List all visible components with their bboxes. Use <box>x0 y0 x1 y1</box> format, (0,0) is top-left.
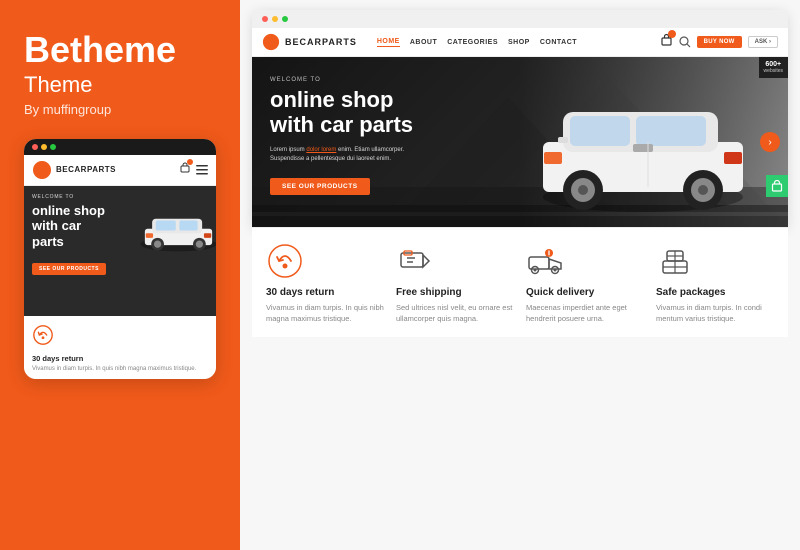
dot-yellow <box>41 144 47 150</box>
features-section: 30 days return Vivamus in diam turpis. I… <box>252 227 788 337</box>
brand-title: Betheme <box>24 30 176 70</box>
desktop-hero: WELCOME TO online shop with car parts Lo… <box>252 57 788 227</box>
return-icon-wrap <box>266 242 304 280</box>
hero-title: online shop with car parts <box>270 87 413 138</box>
desktop-car-svg <box>528 72 758 217</box>
buy-now-button[interactable]: BUY NOW <box>697 36 742 48</box>
mobile-logo-icon <box>32 160 52 180</box>
hero-title-line1: online shop <box>270 87 393 112</box>
mobile-nav: BECARPARTS <box>24 155 216 186</box>
feature-packages: Safe packages Vivamus in diam turpis. In… <box>656 242 774 325</box>
mobile-hero-car-svg <box>136 206 216 256</box>
mobile-logo-text: BECARPARTS <box>56 165 116 174</box>
hero-content: WELCOME TO online shop with car parts Lo… <box>270 77 413 195</box>
mobile-nav-icons <box>179 161 208 179</box>
desktop-cart-badge <box>668 30 676 38</box>
hero-welcome: WELCOME TO <box>270 77 413 83</box>
nav-home[interactable]: HOME <box>377 38 400 47</box>
feature-return: 30 days return Vivamus in diam turpis. I… <box>266 242 384 325</box>
dot-green <box>50 144 56 150</box>
bag-icon <box>771 180 783 192</box>
shipping-icon-wrap <box>396 242 434 280</box>
feature-shipping-title: Free shipping <box>396 287 514 298</box>
nav-contact[interactable]: CONTACT <box>540 39 577 46</box>
badge-600-sub: websites <box>764 68 783 74</box>
packages-icon-wrap <box>656 242 694 280</box>
hero-desc-line1: Lorem ipsum <box>270 147 306 153</box>
desktop-top-bar <box>252 10 788 28</box>
mobile-feature-text: Vivamus in diam turpis. In quis nibh mag… <box>32 365 208 373</box>
hero-arrow-button[interactable]: › <box>760 132 780 152</box>
nav-about[interactable]: ABOUT <box>410 39 437 46</box>
mobile-cart-icon <box>179 161 191 179</box>
hamburger-icon[interactable] <box>196 165 208 175</box>
return-icon <box>267 243 303 279</box>
desktop-logo-icon <box>262 33 280 51</box>
feature-packages-desc: Vivamus in diam turpis. In condi mentum … <box>656 302 774 325</box>
search-icon[interactable] <box>679 36 691 48</box>
hero-desc: Lorem ipsum dolor lorem enim. Etiam ulla… <box>270 146 413 165</box>
mobile-feature-title: 30 days return <box>32 354 208 363</box>
delivery-icon <box>527 243 563 279</box>
hero-title-line2: with car parts <box>270 112 413 137</box>
right-panel: BECARPARTS HOME ABOUT CATEGORIES SHOP CO… <box>240 0 800 550</box>
mobile-hero-welcome: WELCOME TO <box>32 194 208 200</box>
feature-delivery: Quick delivery Maecenas imperdiet ante e… <box>526 242 644 325</box>
hero-desc-line2: enim. Etiam ullamcorper. <box>336 147 404 153</box>
feature-return-desc: Vivamus in diam turpis. In quis nibh mag… <box>266 302 384 325</box>
badge-600-number: 600+ <box>765 61 781 68</box>
mobile-feature: 30 days return Vivamus in diam turpis. I… <box>24 316 216 379</box>
shipping-icon <box>397 243 433 279</box>
feature-shipping: Free shipping Sed ultrices nisl velit, e… <box>396 242 514 325</box>
hero-desc-link[interactable]: dolor lorem <box>306 147 336 153</box>
feature-packages-title: Safe packages <box>656 287 774 298</box>
cart-badge-dot <box>187 159 193 165</box>
nav-categories[interactable]: CATEGORIES <box>447 39 498 46</box>
packages-icon <box>657 243 693 279</box>
brand-subtitle: Theme <box>24 72 92 98</box>
browser-dot-red <box>262 16 268 22</box>
hero-cta-button[interactable]: SEE OUR PRODUCTS <box>270 178 370 195</box>
browser-dot-yellow <box>272 16 278 22</box>
brand-by: By muffingroup <box>24 102 111 117</box>
left-panel: Betheme Theme By muffingroup BECARPARTS <box>0 0 240 550</box>
delivery-icon-wrap <box>526 242 564 280</box>
nav-shop[interactable]: SHOP <box>508 39 530 46</box>
mobile-cta-button[interactable]: SEE OUR PRODUCTS <box>32 263 106 275</box>
mobile-mockup: BECARPARTS <box>24 139 216 379</box>
mobile-top-bar <box>24 139 216 155</box>
mobile-hero-title: online shop with car parts <box>32 203 107 250</box>
desktop-logo-text: BECARPARTS <box>285 37 357 47</box>
mobile-hero: WELCOME TO online shop with car parts SE… <box>24 186 216 316</box>
dot-red <box>32 144 38 150</box>
desktop-mockup: BECARPARTS HOME ABOUT CATEGORIES SHOP CO… <box>252 10 788 227</box>
browser-dot-green <box>282 16 288 22</box>
return-icon-mobile <box>32 324 54 346</box>
desktop-nav: BECARPARTS HOME ABOUT CATEGORIES SHOP CO… <box>252 28 788 57</box>
mobile-logo-area: BECARPARTS <box>32 160 116 180</box>
feature-shipping-desc: Sed ultrices nisl velit, eu ornare est u… <box>396 302 514 325</box>
badge-600: 600+ websites <box>759 57 788 78</box>
desktop-cart-icon[interactable] <box>660 33 673 51</box>
green-bag-button[interactable] <box>766 175 788 197</box>
ask-button[interactable]: ASK › <box>748 36 778 48</box>
feature-return-title: 30 days return <box>266 287 384 298</box>
feature-delivery-desc: Maecenas imperdiet ante eget hendrerit p… <box>526 302 644 325</box>
feature-delivery-title: Quick delivery <box>526 287 644 298</box>
desktop-logo: BECARPARTS <box>262 33 357 51</box>
mobile-feature-icon <box>32 324 208 351</box>
desktop-hero-car <box>528 72 758 217</box>
nav-right: BUY NOW ASK › <box>660 33 778 51</box>
hero-desc-line3: Suspendisse a pellentesque dui laoreet e… <box>270 156 391 162</box>
